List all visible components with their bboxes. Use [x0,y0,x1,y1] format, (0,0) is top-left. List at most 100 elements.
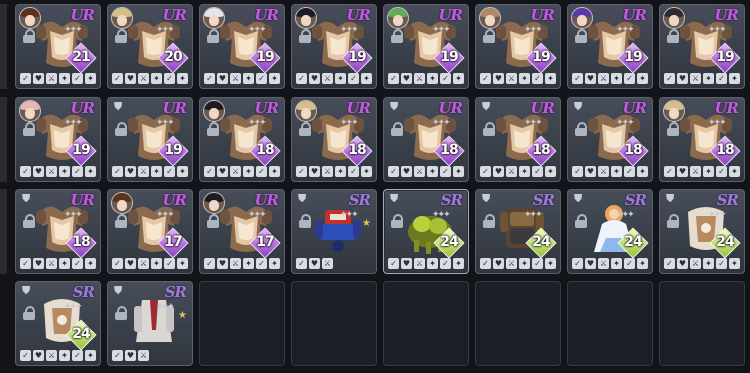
equipped-by-avatar [571,7,593,29]
skill-icon: ✓ [164,258,175,269]
equipped-by-avatar [663,7,685,29]
equipment-card[interactable]: ✦✦✦ UR 21 ✓ ♥ ⚔ ✦ ✓ ✦ [15,4,101,89]
empty-slot[interactable] [291,281,377,366]
lock-icon[interactable] [23,214,35,228]
lock-icon[interactable] [391,122,403,136]
lock-icon[interactable] [483,29,495,43]
equipment-card[interactable]: ⛊ ✦✦✦ UR 18 ✓ ♥ ⚔ ✦ ✓ ✦ [15,189,101,274]
equipment-card[interactable]: ✦✦✦ UR 19 ✓ ♥ ⚔ ✦ ✓ ✦ [659,4,745,89]
skill-icon: ♥ [125,258,136,269]
skill-icon: ⚔ [230,166,241,177]
equipment-card[interactable]: ✦✦✦ UR 18 ✓ ♥ ⚔ ✦ ✓ ✦ [199,97,285,182]
lock-icon[interactable] [575,122,587,136]
equipment-card[interactable]: ⛊ ✦✦✦ UR 18 ✓ ♥ ⚔ ✦ ✓ ✦ [475,97,561,182]
lock-icon[interactable] [23,122,35,136]
rarity-badge: UR [254,6,279,24]
skill-icon: ✦ [453,73,464,84]
skill-icons: ✓ ♥ ⚔ ✦ ✓ ✦ [388,73,464,84]
skill-icon: ✦ [519,258,530,269]
empty-slot[interactable] [567,281,653,366]
equipment-card[interactable]: ⛊ ✦✦✦ SR ★ ✓ ♥ ⚔ [107,281,193,366]
empty-slot[interactable] [199,281,285,366]
lock-icon[interactable] [667,214,679,228]
skill-icon: ✓ [440,258,451,269]
lock-icon[interactable] [483,122,495,136]
lock-icon[interactable] [391,214,403,228]
lock-icon[interactable] [115,122,127,136]
lock-icon[interactable] [575,214,587,228]
skill-icon: ✓ [348,73,359,84]
equipment-card[interactable]: ✦✦✦ UR 18 ✓ ♥ ⚔ ✦ ✓ ✦ [291,97,377,182]
lock-icon[interactable] [115,29,127,43]
lock-icon[interactable] [207,122,219,136]
skill-icon: ⚔ [46,166,57,177]
equipment-card[interactable]: ⛊ ✦✦✦ SR ★ ✓ ♥ ⚔ [291,189,377,274]
skill-icon: ♥ [401,166,412,177]
empty-slot[interactable] [475,281,561,366]
lock-icon[interactable] [115,214,127,228]
lock-icon[interactable] [667,122,679,136]
equipment-card[interactable]: ⛊ ✦✦✦ SR 24 ✓ ♥ ⚔ ✦ ✓ ✦ [383,189,469,274]
skill-icon: ✓ [480,258,491,269]
skill-icon: ✓ [204,73,215,84]
equipment-card[interactable]: ✦✦✦ UR 19 ✓ ♥ ⚔ ✦ ✓ ✦ [15,97,101,182]
equipment-card[interactable]: ✦✦✦ UR 19 ✓ ♥ ⚔ ✦ ✓ ✦ [291,4,377,89]
lock-icon[interactable] [483,214,495,228]
skill-icon: ⚔ [506,166,517,177]
equipment-card[interactable]: ⛊ ✦✦✦ UR 18 ✓ ♥ ⚔ ✦ ✓ ✦ [567,97,653,182]
equipment-card[interactable]: ✦✦✦ UR 19 ✓ ♥ ⚔ ✦ ✓ ✦ [199,4,285,89]
lock-icon[interactable] [23,306,35,320]
level-badge: 20 [157,42,189,74]
equipment-card[interactable]: ✦✦✦ UR 19 ✓ ♥ ⚔ ✦ ✓ ✦ [383,4,469,89]
lock-icon[interactable] [115,306,127,320]
skill-icon: ✦ [177,166,188,177]
skill-icon: ✦ [611,166,622,177]
rarity-badge: UR [714,6,739,24]
equipment-card[interactable]: ⛊ ✦✦✦ UR 18 ✓ ♥ ⚔ ✦ ✓ ✦ [383,97,469,182]
equipped-by-avatar [111,7,133,29]
skill-icon: ✦ [703,166,714,177]
empty-slot[interactable] [659,281,745,366]
lock-icon[interactable] [299,29,311,43]
lock-icon[interactable] [575,29,587,43]
equipment-card[interactable]: ✦✦✦ UR 17 ✓ ♥ ⚔ ✦ ✓ ✦ [199,189,285,274]
level-badge: 18 [65,227,97,259]
skill-icon: ✓ [624,73,635,84]
lock-icon[interactable] [23,29,35,43]
skill-icons: ✓ ♥ ⚔ ✦ ✓ ✦ [480,166,556,177]
skill-icons: ✓ ♥ ⚔ ✦ ✓ ✦ [296,73,372,84]
lock-icon[interactable] [391,29,403,43]
equipment-card[interactable]: ✦✦✦ UR 20 ✓ ♥ ⚔ ✦ ✓ ✦ [107,4,193,89]
equipment-card[interactable]: ⛊ ✦✦✦ SR 24 ✓ ♥ ⚔ ✦ ✓ ✦ [567,189,653,274]
equipment-card[interactable]: ⛊ ✦✦✦ SR 24 ✓ ♥ ⚔ ✦ ✓ ✦ [659,189,745,274]
chestplate-icon: ⛊ [390,192,399,205]
equipment-card[interactable]: ✦✦✦ UR 19 ✓ ♥ ⚔ ✦ ✓ ✦ [475,4,561,89]
skill-icons: ✓ ♥ ⚔ ✦ ✓ ✦ [572,166,648,177]
skill-icon: ✦ [151,73,162,84]
equipped-by-avatar [295,7,317,29]
star-rating: ✦✦✦ [616,25,635,35]
lock-icon[interactable] [299,214,311,228]
skill-icon: ✓ [296,73,307,84]
skill-icon: ⚔ [138,73,149,84]
star-rating: ✦✦✦ [524,25,543,35]
skill-icon: ♥ [33,73,44,84]
rarity-badge: UR [438,99,463,117]
level-badge: 21 [65,42,97,74]
equipment-card[interactable]: ⛊ ✦✦✦ SR 24 ✓ ♥ ⚔ ✦ ✓ ✦ [15,281,101,366]
lock-icon[interactable] [299,122,311,136]
skill-icon: ✦ [59,73,70,84]
equipment-card[interactable]: ✦✦✦ UR 18 ✓ ♥ ⚔ ✦ ✓ ✦ [659,97,745,182]
equipped-by-avatar [203,100,225,122]
lock-icon[interactable] [667,29,679,43]
lock-icon[interactable] [207,29,219,43]
equipment-card[interactable]: ⛊ ✦✦✦ SR 24 ✓ ♥ ⚔ ✦ ✓ ✦ [475,189,561,274]
equipment-card[interactable]: ✦✦✦ UR 17 ✓ ♥ ⚔ ✦ ✓ ✦ [107,189,193,274]
skill-icon: ♥ [401,258,412,269]
lock-icon[interactable] [207,214,219,228]
empty-slot[interactable] [383,281,469,366]
star-rating: ✦✦✦ [64,118,83,128]
skill-icon: ♥ [309,258,320,269]
equipment-card[interactable]: ⛊ ✦✦✦ UR 19 ✓ ♥ ⚔ ✦ ✓ ✦ [107,97,193,182]
equipment-card[interactable]: ✦✦✦ UR 19 ✓ ♥ ⚔ ✦ ✓ ✦ [567,4,653,89]
